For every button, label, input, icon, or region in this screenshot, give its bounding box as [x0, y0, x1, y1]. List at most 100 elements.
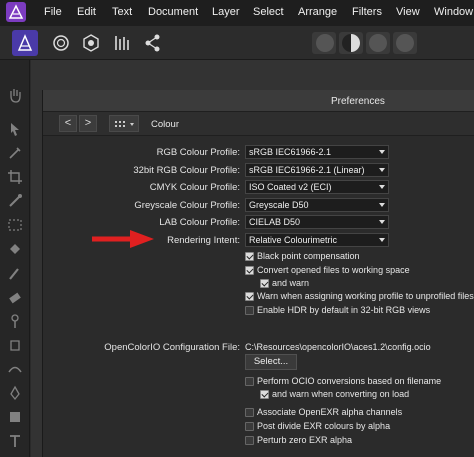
- chevron-down-icon: [379, 168, 385, 172]
- enable-hdr-label: Enable HDR by default in 32-bit RGB view…: [257, 305, 431, 315]
- menu-document[interactable]: Document: [148, 6, 198, 18]
- affinity-photo-logo[interactable]: [6, 2, 26, 22]
- rendering-intent-value: Relative Colourimetric: [249, 235, 338, 245]
- hand-tool-icon[interactable]: [6, 86, 24, 104]
- exr-alpha-label: Associate OpenEXR alpha channels: [257, 407, 403, 417]
- menu-file[interactable]: File: [44, 6, 62, 18]
- dialog-title-bar: Preferences: [43, 90, 474, 112]
- rgb32-profile-label: 32bit RGB Colour Profile:: [133, 165, 240, 176]
- develop-icon: [83, 34, 99, 52]
- rgb32-profile-dropdown[interactable]: sRGB IEC61966-2.1 (Linear): [245, 163, 389, 177]
- menu-edit[interactable]: Edit: [77, 6, 96, 18]
- ocio-filename-checkbox[interactable]: [245, 377, 254, 386]
- warn-unprofiled-label: Warn when assigning working profile to u…: [257, 291, 474, 301]
- chevron-down-icon: [379, 203, 385, 207]
- lab-profile-label: LAB Colour Profile:: [159, 217, 240, 228]
- rgb-profile-value: sRGB IEC61966-2.1: [249, 147, 332, 157]
- enable-hdr-checkbox[interactable]: [245, 306, 254, 315]
- crop-tool-icon[interactable]: [6, 168, 24, 186]
- selection-brush-icon[interactable]: [6, 192, 24, 210]
- share-icon: [145, 34, 160, 52]
- develop-persona-button[interactable]: [78, 30, 104, 56]
- tone-mapping-persona-button[interactable]: [110, 30, 136, 56]
- black-point-checkbox[interactable]: [245, 252, 254, 261]
- greyscale-profile-label: Greyscale Colour Profile:: [134, 200, 240, 211]
- post-divide-label: Post divide EXR colours by alpha: [257, 421, 391, 431]
- greyscale-profile-value: Greyscale D50: [249, 200, 309, 210]
- convert-working-space-checkbox[interactable]: [245, 266, 254, 275]
- menu-view[interactable]: View: [396, 6, 420, 18]
- toolbar: [0, 26, 474, 60]
- blemish-tool-icon[interactable]: [6, 360, 24, 378]
- equalizer-icon: [115, 36, 129, 50]
- menu-select[interactable]: Select: [253, 6, 284, 18]
- exr-alpha-checkbox[interactable]: [245, 408, 254, 417]
- forward-button[interactable]: >: [79, 115, 97, 132]
- tools-panel: [0, 60, 30, 457]
- erase-brush-icon[interactable]: [6, 288, 24, 306]
- chevron-down-icon: [379, 150, 385, 154]
- perturb-alpha-label: Perturb zero EXR alpha: [257, 435, 353, 445]
- colour-picker-icon[interactable]: [6, 144, 24, 162]
- warn-unprofiled-checkbox[interactable]: [245, 292, 254, 301]
- ocio-filename-label: Perform OCIO conversions based on filena…: [257, 376, 442, 386]
- dodge-brush-icon[interactable]: [6, 312, 24, 330]
- section-colour-label: Colour: [151, 119, 179, 130]
- menu-text[interactable]: Text: [112, 6, 132, 18]
- greyscale-profile-dropdown[interactable]: Greyscale D50: [245, 198, 389, 212]
- move-tool-icon[interactable]: [6, 120, 24, 138]
- chevron-down-icon: [379, 220, 385, 224]
- back-button[interactable]: <: [59, 115, 77, 132]
- menu-filters[interactable]: Filters: [352, 6, 382, 18]
- category-grid-button[interactable]: [109, 115, 139, 132]
- rendering-intent-dropdown[interactable]: Relative Colourimetric: [245, 233, 389, 247]
- marquee-tool-icon[interactable]: [6, 216, 24, 234]
- dialog-title: Preferences: [331, 96, 385, 107]
- pen-tool-icon[interactable]: [6, 384, 24, 402]
- rgb-profile-dropdown[interactable]: sRGB IEC61966-2.1: [245, 145, 389, 159]
- ocio-config-path: C:\Resources\opencolorIO\aces1.2\config.…: [245, 342, 431, 352]
- chevron-down-icon: [379, 185, 385, 189]
- white-balance-icon: [396, 34, 414, 52]
- ocio-warn-checkbox[interactable]: [260, 390, 269, 399]
- cmyk-profile-label: CMYK Colour Profile:: [149, 182, 240, 193]
- preferences-dialog: Preferences < > Colour RGB Colour Profil…: [42, 90, 474, 457]
- menu-window[interactable]: Window: [434, 6, 473, 18]
- paint-brush-icon[interactable]: [6, 264, 24, 282]
- liquify-icon: [53, 35, 69, 51]
- clone-brush-icon[interactable]: [6, 336, 24, 354]
- and-warn-checkbox[interactable]: [260, 279, 269, 288]
- menu-arrange[interactable]: Arrange: [298, 6, 337, 18]
- liquify-persona-button[interactable]: [48, 30, 74, 56]
- ocio-config-label: OpenColorIO Configuration File:: [104, 342, 240, 353]
- cmyk-profile-dropdown[interactable]: ISO Coated v2 (ECI): [245, 180, 389, 194]
- post-divide-checkbox[interactable]: [245, 422, 254, 431]
- lab-profile-value: CIELAB D50: [249, 217, 301, 227]
- grid-icon: [115, 121, 134, 127]
- photo-persona-icon: [17, 34, 33, 51]
- menu-bar: File Edit Text Document Layer Select Arr…: [0, 0, 474, 26]
- rendering-intent-label: Rendering Intent:: [167, 235, 240, 246]
- export-persona-button[interactable]: [140, 30, 166, 56]
- photo-persona-button[interactable]: [12, 30, 38, 56]
- red-arrow-annotation: [92, 230, 154, 248]
- select-ocio-button[interactable]: Select...: [245, 354, 297, 370]
- perturb-alpha-checkbox[interactable]: [245, 436, 254, 445]
- preferences-nav-bar: < > Colour: [43, 112, 474, 136]
- ocio-warn-label: and warn when converting on load: [272, 389, 410, 399]
- rgb-profile-label: RGB Colour Profile:: [156, 147, 240, 158]
- cmyk-profile-value: ISO Coated v2 (ECI): [249, 182, 332, 192]
- black-point-label: Black point compensation: [257, 251, 360, 261]
- and-warn-label: and warn: [272, 278, 310, 288]
- chevron-down-icon: [379, 238, 385, 242]
- rgb32-profile-value: sRGB IEC61966-2.1 (Linear): [249, 165, 365, 175]
- contrast-icon: [342, 34, 360, 52]
- menu-layer[interactable]: Layer: [212, 6, 240, 18]
- shape-tool-icon[interactable]: [6, 408, 24, 426]
- auto-levels-icon: [316, 34, 334, 52]
- convert-working-space-label: Convert opened files to working space: [257, 265, 410, 275]
- lab-profile-dropdown[interactable]: CIELAB D50: [245, 215, 389, 229]
- flood-fill-icon[interactable]: [6, 240, 24, 258]
- colours-icon: [369, 34, 387, 52]
- text-tool-icon[interactable]: [6, 432, 24, 450]
